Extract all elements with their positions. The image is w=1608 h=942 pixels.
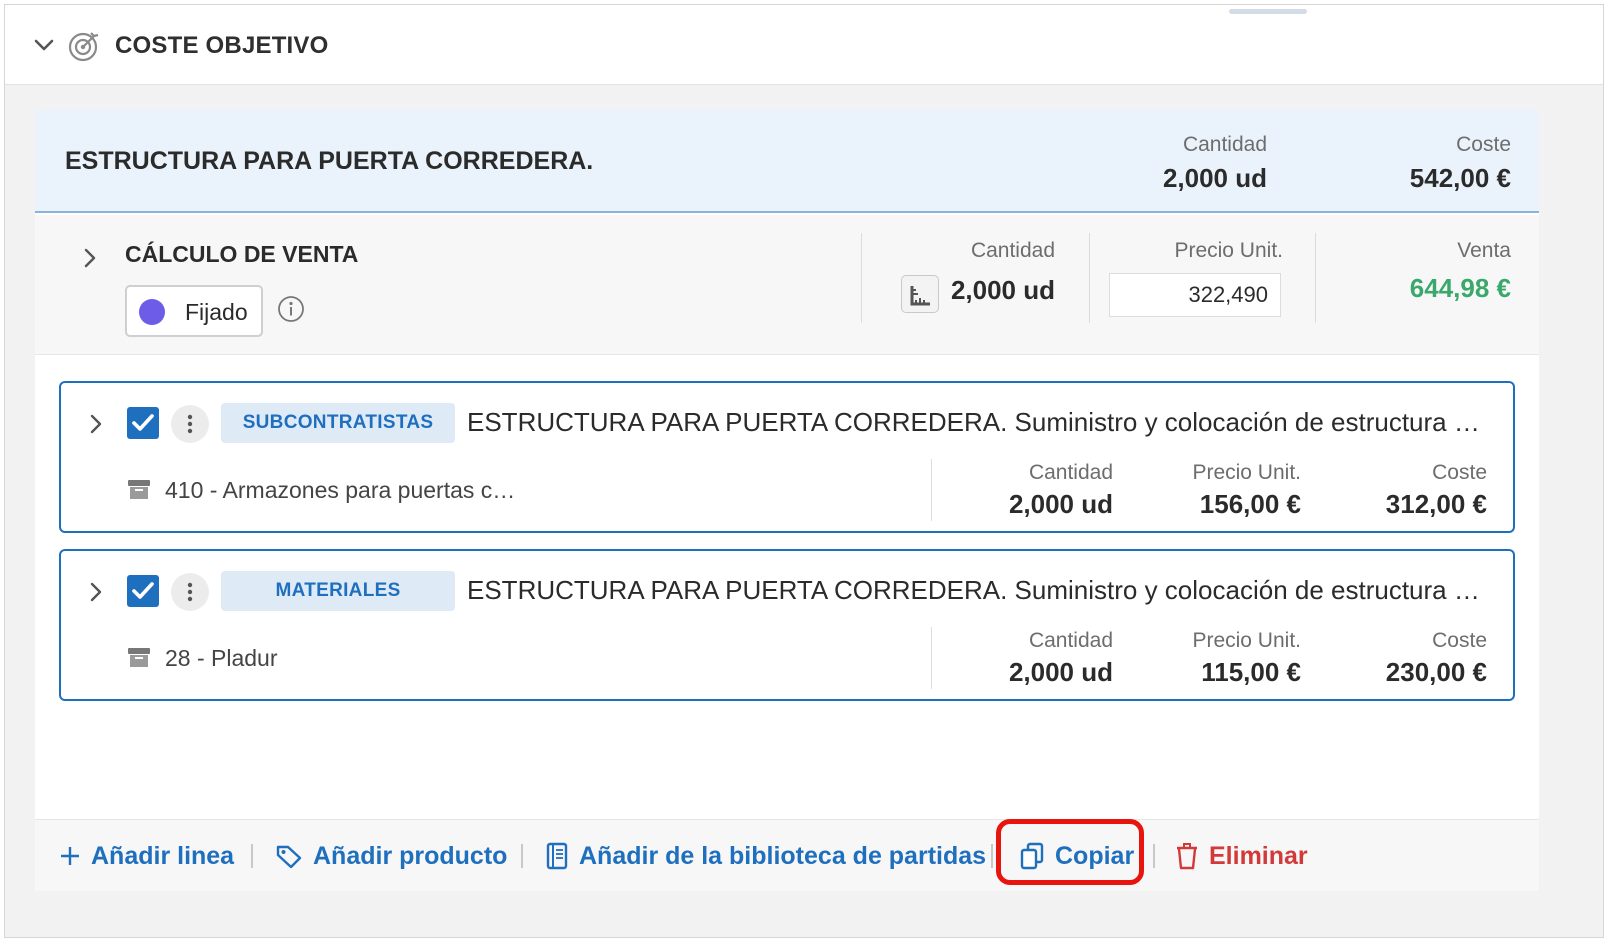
delete-button[interactable]: Eliminar <box>1175 820 1308 892</box>
coste-objetivo-section: COSTE OBJETIVO ESTRUCTURA PARA PUERTA CO… <box>4 4 1604 938</box>
chevron-right-icon[interactable] <box>89 581 103 603</box>
ruler-button[interactable] <box>901 275 939 313</box>
kebab-icon <box>187 414 193 434</box>
info-icon[interactable] <box>277 295 305 323</box>
divider <box>861 233 862 323</box>
coste-value: 542,00 € <box>1409 163 1511 193</box>
list-item[interactable]: SUBCONTRATISTAS ESTRUCTURA PARA PUERTA C… <box>59 381 1515 533</box>
line-checkbox[interactable] <box>127 407 159 439</box>
cantidad-value: 2,000 ud <box>1008 489 1113 519</box>
add-product-button[interactable]: Añadir producto <box>275 820 507 892</box>
cantidad-label: Cantidad <box>1028 629 1113 652</box>
line-description: ESTRUCTURA PARA PUERTA CORREDERA. Sumini… <box>467 407 1480 437</box>
coste-value: 312,00 € <box>1385 489 1487 519</box>
line-type-tag: SUBCONTRATISTAS <box>221 403 455 443</box>
precio-unit-label: Precio Unit. <box>1174 239 1283 262</box>
line-code: 410 - Armazones para puertas c… <box>165 477 516 503</box>
divider <box>1153 844 1155 868</box>
line-code: 28 - Pladur <box>165 645 278 671</box>
add-product-label: Añadir producto <box>313 841 508 870</box>
cantidad-value: 2,000 ud <box>1008 657 1113 687</box>
cantidad-value: 2,000 ud <box>1162 163 1267 193</box>
chevron-down-icon[interactable] <box>33 37 55 53</box>
line-description: ESTRUCTURA PARA PUERTA CORREDERA. Sumini… <box>467 575 1480 605</box>
target-icon <box>68 32 99 62</box>
plus-icon <box>61 847 79 865</box>
add-line-button[interactable]: Añadir linea <box>59 820 234 892</box>
section-title: COSTE OBJETIVO <box>115 32 329 59</box>
list-item[interactable]: MATERIALES ESTRUCTURA PARA PUERTA CORRED… <box>59 549 1515 701</box>
delete-label: Eliminar <box>1209 841 1308 870</box>
coste-label: Coste <box>1432 629 1487 652</box>
status-label: Fijado <box>185 299 248 325</box>
drag-handle[interactable] <box>1229 9 1307 14</box>
precio-unit-value: 156,00 € <box>1199 489 1301 519</box>
divider <box>521 844 523 868</box>
add-from-library-button[interactable]: Añadir de la biblioteca de partidas <box>545 820 986 892</box>
coste-label: Coste <box>1456 133 1511 156</box>
kebab-icon <box>187 582 193 602</box>
archive-box-icon <box>128 480 150 499</box>
add-from-library-label: Añadir de la biblioteca de partidas <box>579 841 987 870</box>
status-badge[interactable]: Fijado <box>125 285 263 337</box>
divider <box>1089 233 1090 323</box>
cantidad-label: Cantidad <box>1028 461 1113 484</box>
chevron-right-icon[interactable] <box>83 247 97 269</box>
check-icon <box>132 414 154 431</box>
chevron-right-icon[interactable] <box>89 413 103 435</box>
actions-toolbar: Añadir linea Añadir producto Añadir de l… <box>35 819 1539 891</box>
status-dot <box>139 299 165 325</box>
divider <box>931 459 932 521</box>
divider <box>931 627 932 689</box>
line-checkbox[interactable] <box>127 575 159 607</box>
partida-panel: ESTRUCTURA PARA PUERTA CORREDERA. Cantid… <box>35 109 1539 879</box>
precio-unit-label: Precio Unit. <box>1192 461 1301 484</box>
precio-unit-label: Precio Unit. <box>1192 629 1301 652</box>
venta-value: 644,98 € <box>1409 273 1511 303</box>
venta-cantidad-label: Cantidad <box>970 239 1055 262</box>
venta-label: Venta <box>1457 239 1511 262</box>
partida-summary: ESTRUCTURA PARA PUERTA CORREDERA. Cantid… <box>35 109 1539 213</box>
line-menu-button[interactable] <box>171 405 209 443</box>
section-header[interactable]: COSTE OBJETIVO <box>5 5 1603 85</box>
divider <box>251 844 253 868</box>
divider <box>1315 233 1316 323</box>
coste-label: Coste <box>1432 461 1487 484</box>
tag-icon <box>276 845 302 869</box>
divider <box>991 844 993 868</box>
line-type-tag: MATERIALES <box>221 571 455 611</box>
precio-unit-input[interactable] <box>1109 273 1281 317</box>
add-line-label: Añadir linea <box>91 841 235 870</box>
line-menu-button[interactable] <box>171 573 209 611</box>
partida-title: ESTRUCTURA PARA PUERTA CORREDERA. <box>65 147 594 175</box>
check-icon <box>132 582 154 599</box>
cantidad-label: Cantidad <box>1182 133 1267 156</box>
calculo-venta-row: CÁLCULO DE VENTA Fijado Cantidad 2,000 u… <box>35 215 1539 355</box>
coste-value: 230,00 € <box>1385 657 1487 687</box>
archive-box-icon <box>128 648 150 667</box>
book-icon <box>546 842 568 870</box>
precio-unit-value: 115,00 € <box>1201 657 1301 687</box>
trash-icon <box>1177 843 1197 870</box>
venta-cantidad-value: 2,000 ud <box>950 275 1055 305</box>
copy-button-highlight <box>996 819 1144 885</box>
ruler-icon <box>910 286 930 306</box>
venta-title: CÁLCULO DE VENTA <box>125 241 359 267</box>
